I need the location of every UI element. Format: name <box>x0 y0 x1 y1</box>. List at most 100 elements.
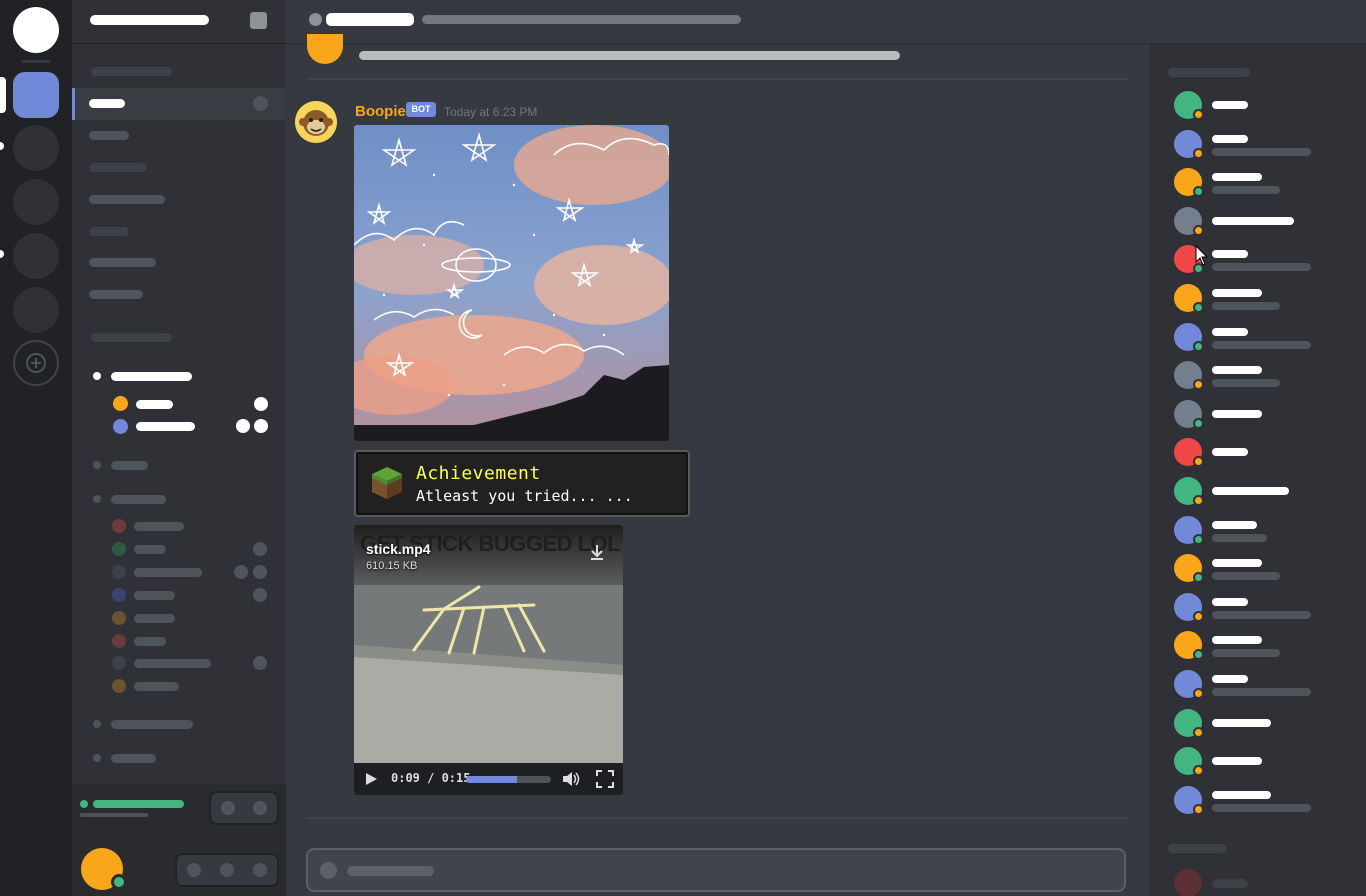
voice-channel-dot <box>93 495 101 503</box>
server-icon[interactable] <box>13 179 59 225</box>
voice-user-name <box>136 400 173 409</box>
member-name[interactable] <box>1212 101 1248 109</box>
member-activity <box>1212 649 1280 658</box>
member-name[interactable] <box>1212 636 1262 645</box>
video-player[interactable]: GET STICK BUGGED LOL stick.mp4 610.15 KB… <box>354 525 623 795</box>
member-name[interactable] <box>1212 675 1248 683</box>
mute-icon[interactable] <box>187 863 201 877</box>
channel-header <box>286 0 1366 44</box>
voice-channel-name[interactable] <box>111 754 156 763</box>
voice-status-icon <box>253 542 267 556</box>
member-activity <box>1212 147 1311 156</box>
voice-user-name <box>134 591 175 600</box>
fullscreen-icon[interactable] <box>596 770 614 788</box>
member-name[interactable] <box>1212 327 1248 336</box>
member-name[interactable] <box>1212 718 1271 727</box>
member-name[interactable] <box>1212 559 1262 568</box>
member-name[interactable] <box>1212 173 1262 182</box>
member-list <box>1150 44 1366 896</box>
play-icon[interactable] <box>364 772 378 786</box>
volume-icon[interactable] <box>561 770 581 788</box>
voice-user-name <box>134 522 184 531</box>
member-name[interactable] <box>1212 366 1262 375</box>
server-menu-icon[interactable] <box>250 12 267 29</box>
member-activity <box>1212 263 1311 272</box>
voice-user-avatar[interactable] <box>113 396 128 411</box>
member-name[interactable] <box>1212 879 1248 888</box>
voice-user-avatar[interactable] <box>112 519 126 533</box>
voice-user-avatar[interactable] <box>112 542 126 556</box>
video-filename[interactable]: stick.mp4 <box>366 541 431 557</box>
gear-icon[interactable] <box>253 863 267 877</box>
home-button[interactable] <box>13 7 59 53</box>
message-author[interactable]: Boopie <box>355 103 406 120</box>
user-panel <box>72 784 286 896</box>
screen-share-icon[interactable] <box>221 801 235 815</box>
status-indicator <box>1193 765 1204 777</box>
server-icon[interactable] <box>13 233 59 279</box>
voice-user-name <box>134 545 166 554</box>
member-activity <box>1212 186 1280 195</box>
channel-item[interactable] <box>89 131 129 140</box>
voice-channel-name[interactable] <box>111 372 192 381</box>
image-attachment[interactable] <box>354 125 669 441</box>
plus-icon <box>26 353 46 373</box>
channel-topic <box>422 15 741 24</box>
voice-channel-name[interactable] <box>111 461 148 470</box>
member-name[interactable] <box>1212 757 1262 766</box>
server-rail <box>0 0 72 896</box>
voice-user-avatar[interactable] <box>112 634 126 648</box>
server-icon[interactable] <box>13 125 59 171</box>
channel-item[interactable] <box>89 258 156 267</box>
server-icon[interactable] <box>13 287 59 333</box>
member-name[interactable] <box>1212 448 1248 457</box>
voice-user-avatar[interactable] <box>113 419 128 434</box>
member-name[interactable] <box>1212 597 1248 606</box>
server-header[interactable] <box>72 0 286 44</box>
member-name[interactable] <box>1212 250 1248 259</box>
member-name[interactable] <box>1212 409 1262 418</box>
channel-settings-icon[interactable] <box>253 96 268 111</box>
voice-user-avatar[interactable] <box>112 565 126 579</box>
channel-item[interactable] <box>89 290 143 299</box>
channel-item[interactable] <box>89 227 129 236</box>
status-indicator <box>1193 109 1204 120</box>
voice-user-avatar[interactable] <box>112 611 126 625</box>
add-server-button[interactable] <box>13 340 59 386</box>
rail-separator <box>22 60 50 63</box>
server-icon-active[interactable] <box>13 72 59 118</box>
member-name[interactable] <box>1212 790 1271 799</box>
channel-item[interactable] <box>89 195 165 204</box>
avatar <box>307 34 343 64</box>
voice-connected-label <box>93 800 184 808</box>
member-name[interactable] <box>1212 216 1294 225</box>
connection-dot <box>80 800 88 808</box>
voice-user-avatar[interactable] <box>112 679 126 693</box>
status-indicator <box>1193 379 1204 391</box>
deafen-icon[interactable] <box>220 863 234 877</box>
voice-user-avatar[interactable] <box>112 656 126 670</box>
member-activity <box>1212 340 1311 349</box>
video-seek-bar[interactable] <box>466 776 551 783</box>
member-activity <box>1212 379 1280 388</box>
user-controls <box>175 853 279 887</box>
unread-indicator <box>0 250 4 258</box>
voice-user-name <box>134 682 179 691</box>
avatar[interactable] <box>1174 869 1202 896</box>
upload-icon[interactable] <box>320 862 337 879</box>
achievement-embed[interactable]: Achievement Atleast you tried... ... <box>354 450 690 517</box>
member-name[interactable] <box>1212 487 1289 495</box>
voice-channel-name[interactable] <box>111 720 193 729</box>
member-name[interactable] <box>1212 134 1248 143</box>
member-name[interactable] <box>1212 289 1262 297</box>
message-input[interactable] <box>306 848 1126 892</box>
status-indicator <box>1193 533 1204 545</box>
channel-item[interactable] <box>89 163 147 172</box>
voice-user-avatar[interactable] <box>112 588 126 602</box>
voice-channel-name[interactable] <box>111 495 166 504</box>
avatar[interactable] <box>295 101 337 143</box>
member-name[interactable] <box>1212 520 1257 529</box>
message-divider <box>306 817 1128 819</box>
disconnect-icon[interactable] <box>253 801 267 815</box>
download-icon[interactable] <box>588 543 606 561</box>
